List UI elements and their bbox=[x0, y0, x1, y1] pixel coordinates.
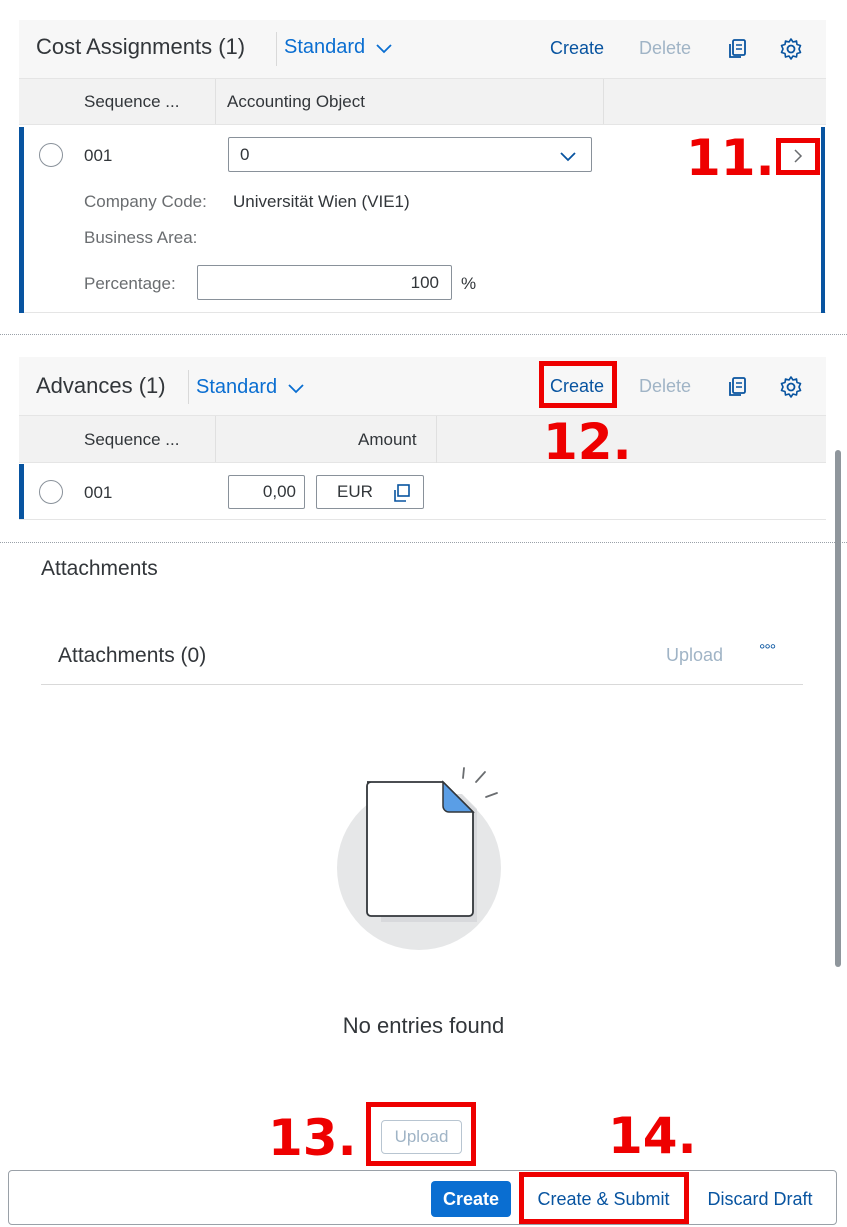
footer-create-button[interactable]: Create bbox=[431, 1181, 511, 1217]
chevron-down-icon bbox=[376, 43, 392, 53]
currency-input[interactable]: EUR bbox=[316, 475, 424, 509]
column-divider bbox=[215, 79, 216, 124]
annotation-box-13 bbox=[366, 1102, 476, 1166]
attachments-section-title: Attachments bbox=[41, 557, 158, 580]
variant-label: Standard bbox=[284, 36, 366, 58]
cost-assignments-variant-select[interactable]: Standard bbox=[284, 36, 393, 59]
chevron-down-icon[interactable] bbox=[559, 150, 577, 162]
copy-icon[interactable] bbox=[726, 375, 750, 399]
attachments-toolbar-divider bbox=[41, 684, 803, 685]
percentage-unit: % bbox=[461, 274, 477, 293]
business-area-label: Business Area: bbox=[84, 228, 198, 247]
row-navigated-bar bbox=[821, 127, 825, 313]
annotation-step-14: 14. bbox=[608, 1107, 697, 1165]
cost-assignments-delete-button[interactable]: Delete bbox=[639, 38, 691, 59]
percentage-value: 100 bbox=[410, 272, 439, 292]
discard-draft-button[interactable]: Discard Draft bbox=[700, 1181, 820, 1217]
value-help-icon[interactable] bbox=[391, 483, 411, 503]
column-accounting-object[interactable]: Accounting Object bbox=[227, 92, 365, 112]
advances-delete-button[interactable]: Delete bbox=[639, 376, 691, 397]
sequence-cell: 001 bbox=[84, 483, 113, 502]
currency-value: EUR bbox=[337, 482, 373, 501]
no-entries-text: No entries found bbox=[342, 1013, 505, 1038]
settings-icon[interactable] bbox=[779, 37, 803, 61]
settings-icon[interactable] bbox=[779, 375, 803, 399]
attachments-toolbar-title: Attachments (0) bbox=[58, 644, 207, 667]
row-select-radio[interactable] bbox=[39, 143, 63, 167]
column-sequence[interactable]: Sequence ... bbox=[84, 92, 179, 112]
column-divider bbox=[215, 416, 216, 462]
annotation-box-12 bbox=[539, 361, 617, 408]
company-code-value: Universität Wien (VIE1) bbox=[233, 192, 410, 211]
annotation-box-14 bbox=[519, 1172, 689, 1224]
more-icon[interactable]: °°° bbox=[759, 642, 776, 660]
amount-input[interactable]: 0,00 bbox=[228, 475, 305, 509]
accounting-object-select[interactable]: 0 bbox=[228, 137, 592, 172]
column-sequence[interactable]: Sequence ... bbox=[84, 430, 179, 450]
section-divider bbox=[0, 542, 847, 543]
attachments-upload-link[interactable]: Upload bbox=[666, 645, 723, 666]
annotation-box-11 bbox=[776, 138, 820, 175]
row-selection-bar bbox=[19, 127, 24, 313]
annotation-step-13: 13. bbox=[268, 1109, 357, 1167]
annotation-step-11: 11. bbox=[686, 129, 775, 187]
percentage-label: Percentage: bbox=[84, 274, 176, 293]
annotation-step-12: 12. bbox=[543, 413, 632, 471]
row-select-radio[interactable] bbox=[39, 480, 63, 504]
variant-label: Standard bbox=[196, 376, 278, 398]
sequence-cell: 001 bbox=[84, 146, 113, 165]
cost-assignments-title: Cost Assignments (1) bbox=[36, 34, 246, 59]
document-illustration bbox=[337, 767, 501, 950]
advances-title: Advances (1) bbox=[36, 373, 166, 398]
row-selection-bar bbox=[19, 464, 24, 519]
section-divider bbox=[0, 334, 847, 335]
accounting-object-value: 0 bbox=[240, 144, 250, 164]
percentage-input[interactable]: 100 bbox=[197, 265, 452, 300]
company-code-label: Company Code: bbox=[84, 192, 207, 211]
copy-icon[interactable] bbox=[726, 37, 750, 61]
chevron-down-icon bbox=[288, 383, 304, 393]
column-divider bbox=[603, 79, 604, 124]
amount-value: 0,00 bbox=[262, 482, 296, 501]
toolbar-separator bbox=[188, 370, 189, 404]
vertical-scrollbar[interactable] bbox=[835, 450, 841, 967]
cost-assignments-create-button[interactable]: Create bbox=[550, 38, 604, 59]
column-amount[interactable]: Amount bbox=[358, 430, 417, 450]
toolbar-separator bbox=[276, 32, 277, 66]
advances-variant-select[interactable]: Standard bbox=[196, 376, 305, 399]
